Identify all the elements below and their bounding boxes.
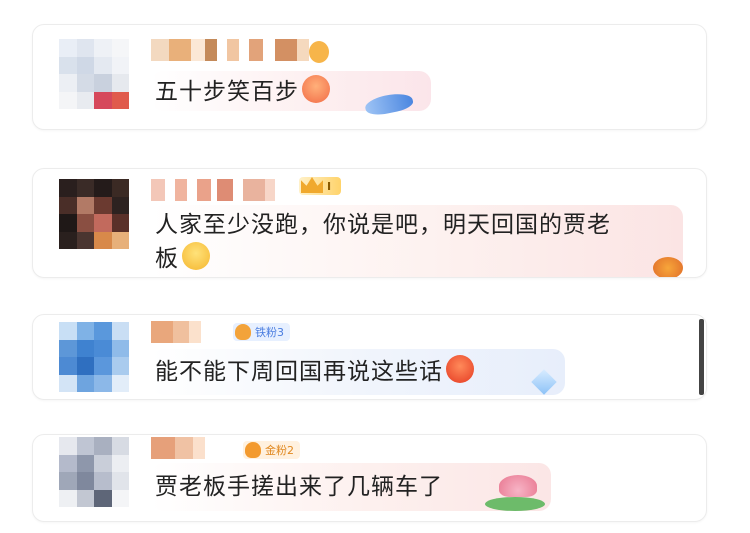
comment-text: 五十步笑百步 xyxy=(155,75,330,109)
comment-card: 五十步笑百步 xyxy=(32,24,707,130)
level-icon xyxy=(309,41,329,63)
fan-level-badge: I xyxy=(299,177,342,195)
laughing-face-icon xyxy=(302,75,330,103)
gift-icon xyxy=(653,257,683,277)
fan-heart-icon xyxy=(245,442,261,458)
username[interactable] xyxy=(151,39,309,65)
crown-icon xyxy=(301,177,323,193)
scrollbar[interactable] xyxy=(699,319,704,395)
lotus-icon xyxy=(499,475,537,497)
username[interactable] xyxy=(151,321,201,347)
lotus-leaf-icon xyxy=(485,497,545,511)
fan-level-badge: 金粉2 xyxy=(243,441,300,459)
grinning-face-icon xyxy=(182,242,210,270)
comment-text: 贾老板手搓出来了几辆车了 xyxy=(155,474,443,500)
comment-text: 能不能下周回国再说这些话 xyxy=(155,355,474,389)
fan-heart-icon xyxy=(235,324,251,340)
comment-text: 人家至少没跑，你说是吧，明天回国的贾老 板 xyxy=(155,212,611,272)
username[interactable] xyxy=(151,437,205,463)
avatar[interactable] xyxy=(59,437,129,507)
comment-card: I 人家至少没跑，你说是吧，明天回国的贾老 板 xyxy=(32,168,707,278)
angry-face-icon xyxy=(446,355,474,383)
username[interactable] xyxy=(151,179,275,205)
avatar[interactable] xyxy=(59,179,129,249)
comment-card: 金粉2 贾老板手搓出来了几辆车了 xyxy=(32,434,707,522)
fan-level-badge: 铁粉3 xyxy=(233,323,290,341)
avatar[interactable] xyxy=(59,322,129,392)
comment-card: 铁粉3 能不能下周回国再说这些话 xyxy=(32,314,707,400)
avatar[interactable] xyxy=(59,39,129,109)
